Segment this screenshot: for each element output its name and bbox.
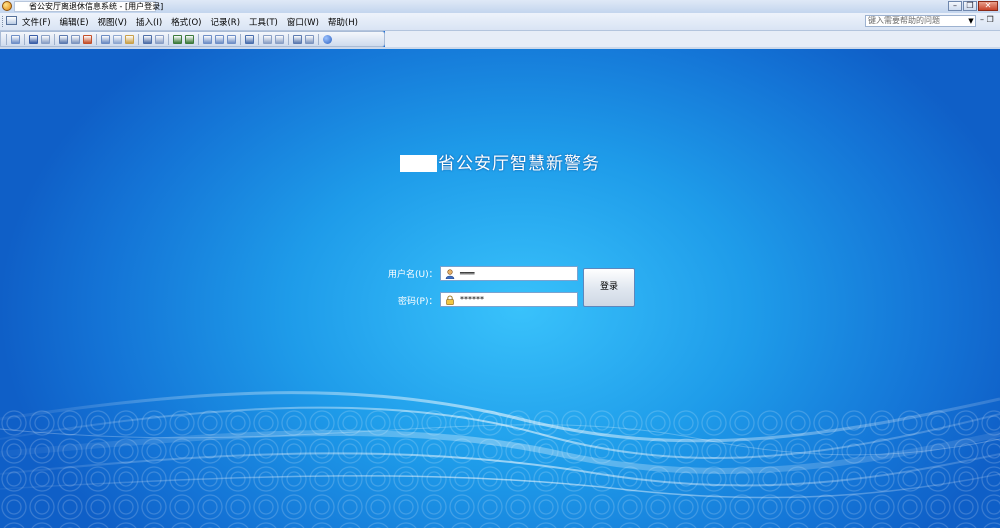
login-button[interactable]: 登录 bbox=[583, 268, 635, 307]
toolbar-grip-handle[interactable] bbox=[6, 33, 7, 45]
paste-icon[interactable] bbox=[125, 34, 134, 44]
lock-icon bbox=[446, 295, 454, 305]
menu-help[interactable]: 帮助(H) bbox=[328, 16, 363, 28]
username-field[interactable]: ═══ bbox=[440, 266, 578, 281]
toolbar-separator bbox=[138, 33, 139, 45]
toolbar-separator bbox=[168, 33, 169, 45]
minimize-button[interactable]: – bbox=[948, 1, 962, 11]
user-icon bbox=[445, 269, 455, 279]
headline-text: 省公安厅智慧新警务 bbox=[438, 154, 600, 174]
menu-file[interactable]: 文件(F) bbox=[22, 16, 56, 28]
toolbar bbox=[0, 31, 385, 47]
wave-decoration bbox=[0, 391, 1000, 499]
toolbar-separator bbox=[318, 33, 319, 45]
file-search-icon[interactable] bbox=[41, 34, 50, 44]
menu-window[interactable]: 窗口(W) bbox=[287, 16, 324, 28]
print-preview-icon[interactable] bbox=[71, 34, 80, 44]
close-button[interactable]: ✕ bbox=[978, 1, 998, 11]
document-icon[interactable] bbox=[6, 16, 17, 25]
copy-icon[interactable] bbox=[113, 34, 122, 44]
username-label: 用户名(U)： bbox=[388, 270, 438, 280]
delete-record-icon[interactable] bbox=[275, 34, 284, 44]
menu-grip-handle[interactable] bbox=[2, 16, 5, 27]
title-redacted-block bbox=[15, 2, 27, 10]
menu-items: 文件(F) 编辑(E) 视图(V) 插入(I) 格式(O) 记录(R) 工具(T… bbox=[22, 13, 367, 30]
menu-edit[interactable]: 编辑(E) bbox=[60, 16, 94, 28]
headline-redacted-block bbox=[400, 155, 437, 172]
sort-descending-icon[interactable] bbox=[185, 34, 194, 44]
toolbar-separator bbox=[258, 33, 259, 45]
apply-filter-icon[interactable] bbox=[227, 34, 236, 44]
toolbar-separator bbox=[24, 33, 25, 45]
restore-button[interactable]: ❐ bbox=[963, 1, 977, 11]
password-value: ****** bbox=[460, 295, 484, 304]
password-label: 密码(P)： bbox=[398, 297, 438, 307]
find-icon[interactable] bbox=[245, 34, 254, 44]
page-headline: 省公安厅智慧新警务 bbox=[0, 149, 1000, 174]
save-icon[interactable] bbox=[29, 34, 38, 44]
app-icon[interactable] bbox=[2, 1, 12, 11]
toolbar-separator bbox=[198, 33, 199, 45]
menu-tools[interactable]: 工具(T) bbox=[249, 16, 283, 28]
spelling-icon[interactable] bbox=[83, 34, 92, 44]
toolbar-separator bbox=[96, 33, 97, 45]
new-record-icon[interactable] bbox=[263, 34, 272, 44]
chevron-down-icon[interactable]: ▼ bbox=[966, 15, 976, 27]
window-title: 省公安厅离退休信息系统 - [用户登录] bbox=[29, 2, 164, 11]
toolbar-separator bbox=[240, 33, 241, 45]
menu-format[interactable]: 格式(O) bbox=[171, 16, 206, 28]
username-value: ═══ bbox=[460, 269, 475, 278]
toolbar-separator bbox=[288, 33, 289, 45]
menu-bar: 文件(F) 编辑(E) 视图(V) 插入(I) 格式(O) 记录(R) 工具(T… bbox=[0, 13, 1000, 31]
design-view-icon[interactable] bbox=[11, 34, 20, 44]
password-field[interactable]: ****** bbox=[440, 292, 578, 307]
window-controls: – ❐ ✕ bbox=[948, 1, 998, 11]
undo-icon[interactable] bbox=[143, 34, 152, 44]
toolbar-separator bbox=[54, 33, 55, 45]
insert-hyperlink-icon[interactable] bbox=[155, 34, 164, 44]
login-background: 省公安厅智慧新警务 用户名(U)： ═══ 密码(P)： ****** 登录 bbox=[0, 49, 1000, 528]
cut-icon[interactable] bbox=[101, 34, 110, 44]
filter-by-selection-icon[interactable] bbox=[203, 34, 212, 44]
print-icon[interactable] bbox=[59, 34, 68, 44]
new-object-icon[interactable] bbox=[305, 34, 314, 44]
menu-insert[interactable]: 插入(I) bbox=[136, 16, 167, 28]
database-window-icon[interactable] bbox=[293, 34, 302, 44]
title-bar: 省公安厅离退休信息系统 - [用户登录] – ❐ ✕ bbox=[0, 0, 1000, 14]
help-search-input[interactable]: 键入需要帮助的问题 bbox=[865, 15, 976, 27]
filter-by-form-icon[interactable] bbox=[215, 34, 224, 44]
child-window-controls[interactable]: – ❐ bbox=[980, 15, 994, 24]
sort-ascending-icon[interactable] bbox=[173, 34, 182, 44]
menu-view[interactable]: 视图(V) bbox=[98, 16, 132, 28]
help-icon[interactable] bbox=[323, 34, 332, 44]
menu-records[interactable]: 记录(R) bbox=[210, 16, 245, 28]
toolbar-background bbox=[385, 31, 1000, 47]
